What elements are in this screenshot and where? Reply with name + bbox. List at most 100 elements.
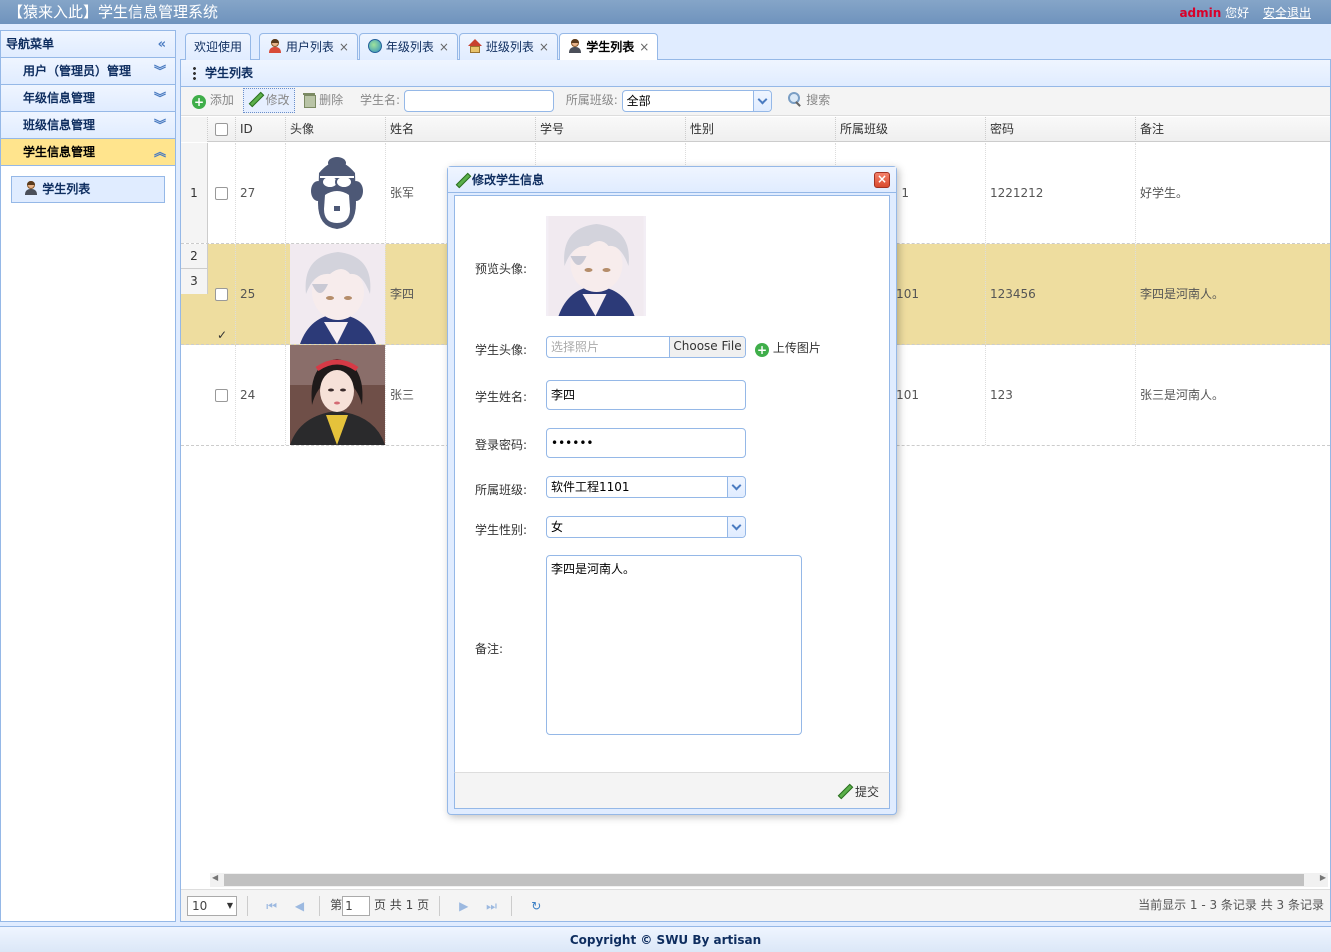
row-checkbox[interactable]	[215, 187, 228, 200]
next-page-icon[interactable]: ▶	[454, 891, 474, 921]
submit-button[interactable]: 提交	[837, 783, 879, 800]
chevron-down-icon[interactable]	[727, 517, 745, 537]
tab-welcome[interactable]: 欢迎使用	[185, 33, 252, 61]
nav-section-students[interactable]: 学生信息管理 ︽	[1, 139, 175, 166]
dialog-title-bar[interactable]: 修改学生信息 ×	[448, 167, 896, 193]
chevron-down-icon[interactable]	[752, 90, 771, 111]
nav-item-label: 学生列表	[42, 182, 91, 196]
prev-page-icon[interactable]: ◀	[289, 891, 309, 921]
student-name-input[interactable]: 李四	[546, 380, 746, 410]
gender-select[interactable]: 女	[546, 516, 746, 538]
page-suffix: 页 共 1 页	[373, 898, 430, 912]
col-avatar[interactable]: 头像	[286, 117, 386, 142]
cell-avatar	[286, 143, 386, 243]
add-button[interactable]: + 添加	[187, 88, 239, 113]
tab-label: 用户列表	[285, 40, 334, 54]
nav-section-classes[interactable]: 班级信息管理 ︾	[1, 112, 175, 139]
horizontal-scrollbar[interactable]: ◀ ▶	[210, 873, 1328, 887]
class-label: 所属班级:	[475, 483, 528, 497]
gender-label: 学生性别:	[475, 523, 528, 537]
nav-item-student-list[interactable]: 学生列表	[11, 176, 165, 203]
close-icon[interactable]: ×	[339, 40, 349, 54]
tab-student-list[interactable]: 学生列表 ×	[559, 33, 659, 61]
anime-boy-avatar-image	[290, 244, 385, 344]
remark-textarea[interactable]: 李四是河南人。	[546, 555, 802, 735]
select-all-cell	[208, 117, 236, 142]
nav-section-body: 学生列表	[1, 166, 175, 213]
nav-section-label: 年级信息管理	[23, 91, 96, 105]
search-button[interactable]: 搜索	[783, 88, 835, 113]
add-icon: +	[192, 95, 206, 109]
scroll-right-icon[interactable]: ▶	[1320, 873, 1326, 882]
nav-section-grades[interactable]: 年级信息管理 ︾	[1, 85, 175, 112]
refresh-icon[interactable]: ↻	[526, 891, 546, 921]
footer: Copyright © SWU By artisan	[0, 926, 1331, 952]
dialog-footer: 提交	[454, 772, 890, 809]
user-icon	[268, 39, 282, 53]
tab-class-list[interactable]: 班级列表 ×	[459, 33, 558, 61]
col-class[interactable]: 所属班级	[836, 117, 986, 142]
col-gender[interactable]: 性别	[686, 117, 836, 142]
photo-file-input[interactable]: 选择照片 Choose File	[546, 336, 746, 358]
dialog-title: 修改学生信息	[472, 173, 545, 187]
chevron-down-icon[interactable]	[727, 477, 745, 497]
tab-grade-list[interactable]: 年级列表 ×	[359, 33, 458, 61]
remark-label: 备注:	[475, 642, 504, 656]
submit-label: 提交	[854, 785, 879, 799]
page-prefix: 第	[330, 898, 343, 912]
col-remark[interactable]: 备注	[1136, 117, 1330, 142]
grid-header: ID 头像 姓名 学号 性别 所属班级 密码 备注	[181, 117, 1330, 142]
cell-id: 24	[236, 345, 286, 445]
name-filter-input[interactable]	[403, 89, 554, 112]
name-label: 学生姓名:	[475, 390, 528, 404]
col-password[interactable]: 密码	[986, 117, 1136, 142]
class-filter-select[interactable]: 全部	[621, 89, 772, 112]
select-all-checkbox[interactable]	[215, 123, 228, 136]
cell-remark: 李四是河南人。	[1140, 287, 1225, 301]
password-input[interactable]: ••••••	[546, 428, 746, 458]
pager-info: 当前显示 1 - 3 条记录 共 3 条记录	[1138, 898, 1324, 912]
pencil-icon	[837, 784, 851, 798]
logout-link[interactable]: 安全退出	[1263, 6, 1311, 20]
page-number-input[interactable]: 1	[342, 895, 371, 916]
delete-button[interactable]: 删除	[298, 88, 348, 113]
edit-button[interactable]: 修改	[242, 88, 295, 113]
name-filter-label: 学生名:	[360, 93, 401, 107]
cell-id: 25	[236, 244, 286, 344]
tab-label: 学生列表	[586, 40, 635, 54]
upload-button[interactable]: + 上传图片	[755, 339, 821, 357]
col-name[interactable]: 姓名	[386, 117, 536, 142]
student-icon	[24, 181, 38, 195]
first-page-icon[interactable]: ⏮	[262, 891, 282, 921]
username: admin	[1179, 6, 1222, 20]
pagination-bar: 10 ⏮ ◀ 第1 页 共 1 页 ▶ ⏭ ↻ 当前显示 1 - 3 条记录 共…	[181, 889, 1330, 921]
password-label: 登录密码:	[475, 438, 528, 452]
class-select[interactable]: 软件工程1101	[546, 476, 746, 498]
nav-section-label: 学生信息管理	[23, 145, 96, 159]
row-checkbox[interactable]	[215, 285, 228, 344]
close-icon[interactable]: ×	[639, 40, 649, 54]
last-page-icon[interactable]: ⏭	[482, 891, 502, 921]
girl-photo-avatar-image	[290, 345, 385, 445]
row-checkbox[interactable]	[215, 389, 228, 402]
add-icon: +	[755, 343, 769, 357]
col-student-no[interactable]: 学号	[536, 117, 686, 142]
tab-strip: 欢迎使用 用户列表 × 年级列表 × 班级列表 × 学生列表 ×	[180, 30, 1331, 61]
page-size-select[interactable]: 10	[187, 895, 237, 916]
nav-section-users[interactable]: 用户（管理员）管理 ︾	[1, 58, 175, 85]
col-id[interactable]: ID	[236, 117, 286, 142]
close-icon[interactable]: ×	[874, 172, 890, 188]
preview-label: 预览头像:	[475, 262, 528, 276]
student-icon	[568, 39, 582, 53]
scroll-left-icon[interactable]: ◀	[212, 873, 218, 882]
globe-icon	[368, 39, 382, 53]
scrollbar-thumb[interactable]	[224, 874, 1304, 886]
close-icon[interactable]: ×	[539, 40, 549, 54]
choose-file-button[interactable]: Choose File	[669, 337, 745, 357]
house-icon	[468, 39, 482, 53]
class-filter-label: 所属班级:	[565, 93, 618, 107]
tab-user-list[interactable]: 用户列表 ×	[259, 33, 358, 61]
collapse-left-icon[interactable]: «	[158, 31, 166, 58]
panel-title-label: 学生列表	[205, 66, 254, 80]
close-icon[interactable]: ×	[439, 40, 449, 54]
